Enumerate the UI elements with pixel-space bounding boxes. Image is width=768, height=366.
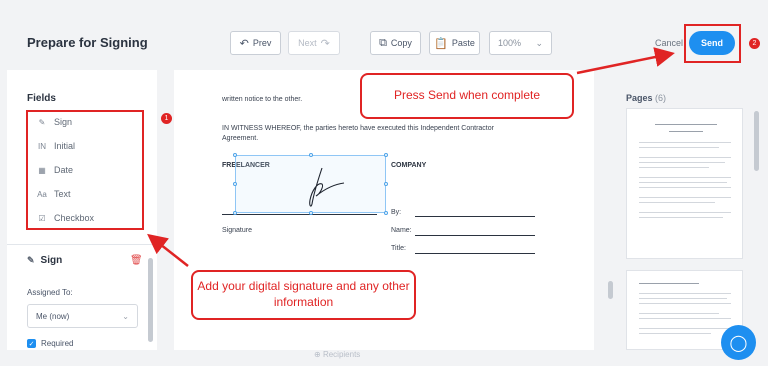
thumb-line: [639, 313, 719, 314]
thumb-line: [639, 142, 731, 143]
thumb-line: [639, 303, 731, 304]
zoom-select[interactable]: 100% ⌄: [489, 31, 552, 55]
send-highlight-box: [684, 24, 741, 63]
pages-label: Pages: [626, 93, 653, 103]
thumb-line: [639, 197, 731, 198]
by-line: [415, 216, 535, 217]
sign-settings-title: Sign: [40, 255, 63, 266]
copy-icon: ⧉: [379, 36, 387, 49]
thumb-line: [639, 162, 725, 163]
copy-label: Copy: [390, 38, 412, 48]
fields-callout: Add your digital signature and any other…: [191, 270, 416, 320]
signature-caption: Signature: [222, 227, 252, 234]
thumb-line: [639, 182, 727, 183]
send-callout: Press Send when complete: [360, 73, 574, 119]
assigned-to-value: Me (now): [36, 311, 70, 321]
title-label: Title:: [391, 245, 406, 252]
thumb-line: [639, 212, 731, 213]
thumb-line: [639, 328, 729, 329]
document-scrollbar[interactable]: [608, 281, 613, 299]
signature-line: [222, 214, 377, 215]
thumb-line: [655, 124, 717, 125]
resize-handle[interactable]: [309, 211, 313, 215]
paste-button[interactable]: 📋 Paste: [429, 31, 480, 55]
pages-scrollbar[interactable]: [754, 111, 759, 171]
thumb-line: [669, 131, 703, 132]
next-button[interactable]: Next ↷: [288, 31, 340, 55]
thumb-line: [639, 202, 715, 203]
thumb-line: [639, 167, 709, 168]
recipients-label: Recipients: [322, 350, 361, 359]
copy-button[interactable]: ⧉ Copy: [370, 31, 421, 55]
page-title: Prepare for Signing: [27, 35, 148, 50]
thumb-line: [639, 187, 731, 188]
recipients-link[interactable]: ⊕ Recipients: [314, 350, 360, 359]
signature-field-box[interactable]: [233, 153, 388, 215]
check-icon: ✓: [27, 339, 36, 348]
doc-text-line: IN WITNESS WHEREOF, the parties hereto h…: [222, 125, 494, 132]
name-line: [415, 235, 535, 236]
required-label: Required: [41, 339, 74, 348]
assigned-to-select[interactable]: Me (now) ⌄: [27, 304, 138, 328]
clipboard-icon: 📋: [434, 37, 448, 50]
next-label: Next: [298, 38, 317, 48]
thumb-line: [639, 298, 727, 299]
thumb-line: [639, 293, 731, 294]
resize-handle[interactable]: [233, 153, 237, 157]
trash-icon[interactable]: 🗑: [130, 255, 143, 266]
step-badge-2: 2: [749, 38, 760, 49]
required-checkbox[interactable]: ✓ Required: [27, 339, 73, 348]
resize-handle[interactable]: [233, 211, 237, 215]
company-heading: COMPANY: [391, 162, 427, 169]
page-thumbnail-1[interactable]: [626, 108, 743, 259]
doc-text-line: Agreement.: [222, 135, 259, 142]
undo-arrow-icon: ↶: [239, 37, 249, 50]
panel-divider: [7, 244, 157, 245]
resize-handle[interactable]: [384, 211, 388, 215]
chevron-down-icon: ⌄: [535, 37, 543, 48]
doc-text-line: written notice to the other.: [222, 96, 303, 103]
signature-icon: ✎: [27, 255, 35, 265]
resize-handle[interactable]: [309, 153, 313, 157]
resize-handle[interactable]: [384, 182, 388, 186]
thumb-line: [639, 333, 711, 334]
pages-title: Pages (6): [626, 93, 666, 103]
plus-circle-icon: ⊕: [314, 350, 321, 359]
title-line: [415, 253, 535, 254]
handwritten-signature: [309, 167, 345, 207]
pages-count: (6): [655, 93, 667, 103]
assigned-to-label: Assigned To:: [27, 288, 73, 297]
thumb-line: [639, 147, 719, 148]
paste-label: Paste: [451, 38, 475, 48]
left-scrollbar[interactable]: [148, 258, 153, 342]
prev-label: Prev: [252, 38, 272, 48]
sign-settings-header: ✎ Sign: [27, 255, 62, 266]
zoom-value: 100%: [498, 38, 522, 48]
redo-arrow-icon: ↷: [320, 37, 330, 50]
chat-bubble-icon[interactable]: ◯: [721, 325, 756, 360]
thumb-line: [639, 217, 723, 218]
resize-handle[interactable]: [233, 182, 237, 186]
fields-title: Fields: [27, 93, 56, 104]
prev-button[interactable]: ↶ Prev: [230, 31, 281, 55]
chevron-down-icon: ⌄: [122, 311, 129, 321]
step-badge-1: 1: [161, 113, 172, 124]
by-label: By:: [391, 209, 402, 216]
cancel-button[interactable]: Cancel: [655, 38, 683, 48]
resize-handle[interactable]: [384, 153, 388, 157]
name-label: Name:: [391, 227, 412, 234]
thumb-line: [639, 283, 699, 284]
thumb-line: [639, 157, 731, 158]
fields-highlight-box: [26, 110, 144, 230]
thumb-line: [639, 177, 731, 178]
thumb-line: [639, 318, 731, 319]
